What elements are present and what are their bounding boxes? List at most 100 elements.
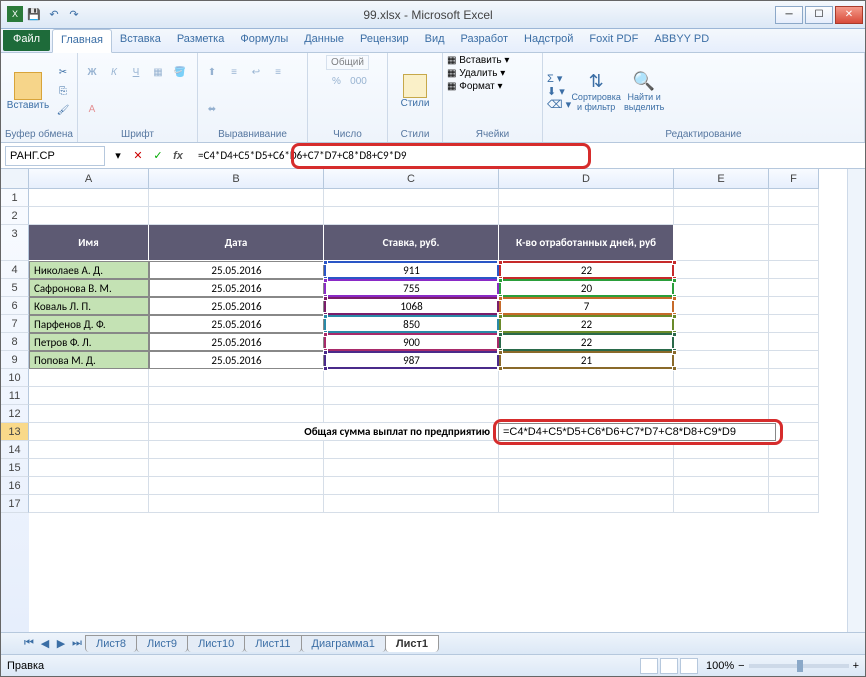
cell[interactable]	[149, 369, 324, 387]
cell[interactable]	[324, 189, 499, 207]
table-header[interactable]: Ставка, руб.	[324, 225, 499, 261]
view-normal-icon[interactable]	[640, 658, 658, 674]
row-header[interactable]: 7	[1, 315, 29, 333]
table-cell-days[interactable]: 7	[499, 297, 674, 315]
cell[interactable]	[29, 189, 149, 207]
fill-icon[interactable]: 🪣	[170, 64, 190, 82]
cell[interactable]	[29, 477, 149, 495]
cell[interactable]	[674, 495, 769, 513]
table-cell-name[interactable]: Парфенов Д. Ф.	[29, 315, 149, 333]
formula-input[interactable]	[191, 146, 861, 166]
sort-filter-button[interactable]: ⇅Сортировка и фильтр	[573, 58, 619, 124]
table-cell-rate[interactable]: 911	[324, 261, 499, 279]
column-header[interactable]: B	[149, 169, 324, 189]
maximize-button[interactable]: ☐	[805, 6, 833, 24]
table-header[interactable]: К-во отработанных дней, руб	[499, 225, 674, 261]
tab-home[interactable]: Главная	[52, 29, 112, 53]
cell[interactable]	[324, 477, 499, 495]
column-header[interactable]: E	[674, 169, 769, 189]
tab-foxit[interactable]: Foxit PDF	[581, 29, 646, 52]
table-cell-rate[interactable]: 755	[324, 279, 499, 297]
row-header[interactable]: 14	[1, 441, 29, 459]
cell[interactable]	[769, 189, 819, 207]
cell[interactable]	[29, 459, 149, 477]
cell[interactable]	[769, 297, 819, 315]
cell[interactable]	[499, 207, 674, 225]
cell[interactable]	[674, 459, 769, 477]
sheet-tab[interactable]: Лист9	[136, 635, 188, 652]
cell[interactable]	[324, 369, 499, 387]
total-label[interactable]: Общая сумма выплат по предприятию	[149, 423, 499, 441]
cell[interactable]	[769, 279, 819, 297]
font-color-icon[interactable]: A	[82, 101, 102, 119]
view-break-icon[interactable]	[680, 658, 698, 674]
sheet-tab[interactable]: Лист11	[244, 635, 301, 652]
zoom-in-icon[interactable]: +	[853, 660, 859, 672]
cell[interactable]	[149, 207, 324, 225]
cell[interactable]	[499, 189, 674, 207]
align-left-icon[interactable]: ≡	[268, 64, 288, 82]
cell[interactable]	[29, 441, 149, 459]
cell[interactable]	[499, 387, 674, 405]
table-cell-days[interactable]: 22	[499, 315, 674, 333]
styles-button[interactable]: Стили	[392, 58, 438, 124]
table-cell-name[interactable]: Петров Ф. Л.	[29, 333, 149, 351]
table-cell-rate[interactable]: 1068	[324, 297, 499, 315]
fx-icon[interactable]: fx	[169, 147, 187, 165]
format-painter-icon[interactable]: 🖌	[53, 101, 73, 119]
row-header[interactable]: 4	[1, 261, 29, 279]
insert-cells-button[interactable]: ▦ Вставить ▾	[447, 55, 509, 66]
table-cell-date[interactable]: 25.05.2016	[149, 261, 324, 279]
sheet-tab-active[interactable]: Лист1	[385, 635, 439, 652]
tab-layout[interactable]: Разметка	[169, 29, 233, 52]
cell[interactable]	[324, 441, 499, 459]
tab-abbyy[interactable]: ABBYY PD	[646, 29, 717, 52]
cell[interactable]	[149, 459, 324, 477]
column-header[interactable]: A	[29, 169, 149, 189]
cell[interactable]	[674, 297, 769, 315]
row-header[interactable]: 6	[1, 297, 29, 315]
clear-icon[interactable]: ⌫ ▾	[547, 98, 571, 111]
percent-icon[interactable]: %	[327, 72, 347, 90]
tab-review[interactable]: Рецензир	[352, 29, 417, 52]
row-header[interactable]: 17	[1, 495, 29, 513]
format-cells-button[interactable]: ▦ Формат ▾	[447, 81, 503, 92]
cancel-icon[interactable]: ✕	[129, 147, 147, 165]
cell[interactable]	[499, 459, 674, 477]
minimize-button[interactable]: ─	[775, 6, 803, 24]
table-header[interactable]: Имя	[29, 225, 149, 261]
find-select-button[interactable]: 🔍Найти и выделить	[621, 58, 667, 124]
table-cell-date[interactable]: 25.05.2016	[149, 297, 324, 315]
vertical-scrollbar[interactable]	[847, 169, 865, 632]
tab-insert[interactable]: Вставка	[112, 29, 169, 52]
cell[interactable]	[29, 423, 149, 441]
table-cell-name[interactable]: Попова М. Д.	[29, 351, 149, 369]
cell[interactable]	[769, 225, 819, 261]
cell[interactable]	[769, 495, 819, 513]
align-top-icon[interactable]: ⬆	[202, 64, 222, 82]
row-header[interactable]: 16	[1, 477, 29, 495]
row-header[interactable]: 1	[1, 189, 29, 207]
table-cell-name[interactable]: Коваль Л. П.	[29, 297, 149, 315]
row-header[interactable]: 9	[1, 351, 29, 369]
border-icon[interactable]: ▦	[148, 64, 168, 82]
table-cell-date[interactable]: 25.05.2016	[149, 351, 324, 369]
name-box[interactable]	[5, 146, 105, 166]
column-header[interactable]: F	[769, 169, 819, 189]
tab-dev[interactable]: Разработ	[453, 29, 516, 52]
row-header[interactable]: 3	[1, 225, 29, 261]
table-cell-days[interactable]: 22	[499, 333, 674, 351]
save-icon[interactable]: 💾	[25, 6, 43, 24]
italic-icon[interactable]: К	[104, 64, 124, 82]
cell[interactable]	[324, 207, 499, 225]
cell[interactable]	[769, 387, 819, 405]
column-header[interactable]: D	[499, 169, 674, 189]
redo-icon[interactable]: ↷	[65, 6, 83, 24]
cell[interactable]	[324, 405, 499, 423]
cell-editor[interactable]: =C4*D4+C5*D5+C6*D6+C7*D7+C8*D8+C9*D9	[493, 419, 783, 445]
sheet-tab[interactable]: Лист10	[187, 635, 245, 652]
row-header[interactable]: 8	[1, 333, 29, 351]
cell[interactable]	[149, 189, 324, 207]
cell[interactable]	[149, 387, 324, 405]
underline-icon[interactable]: Ч	[126, 64, 146, 82]
